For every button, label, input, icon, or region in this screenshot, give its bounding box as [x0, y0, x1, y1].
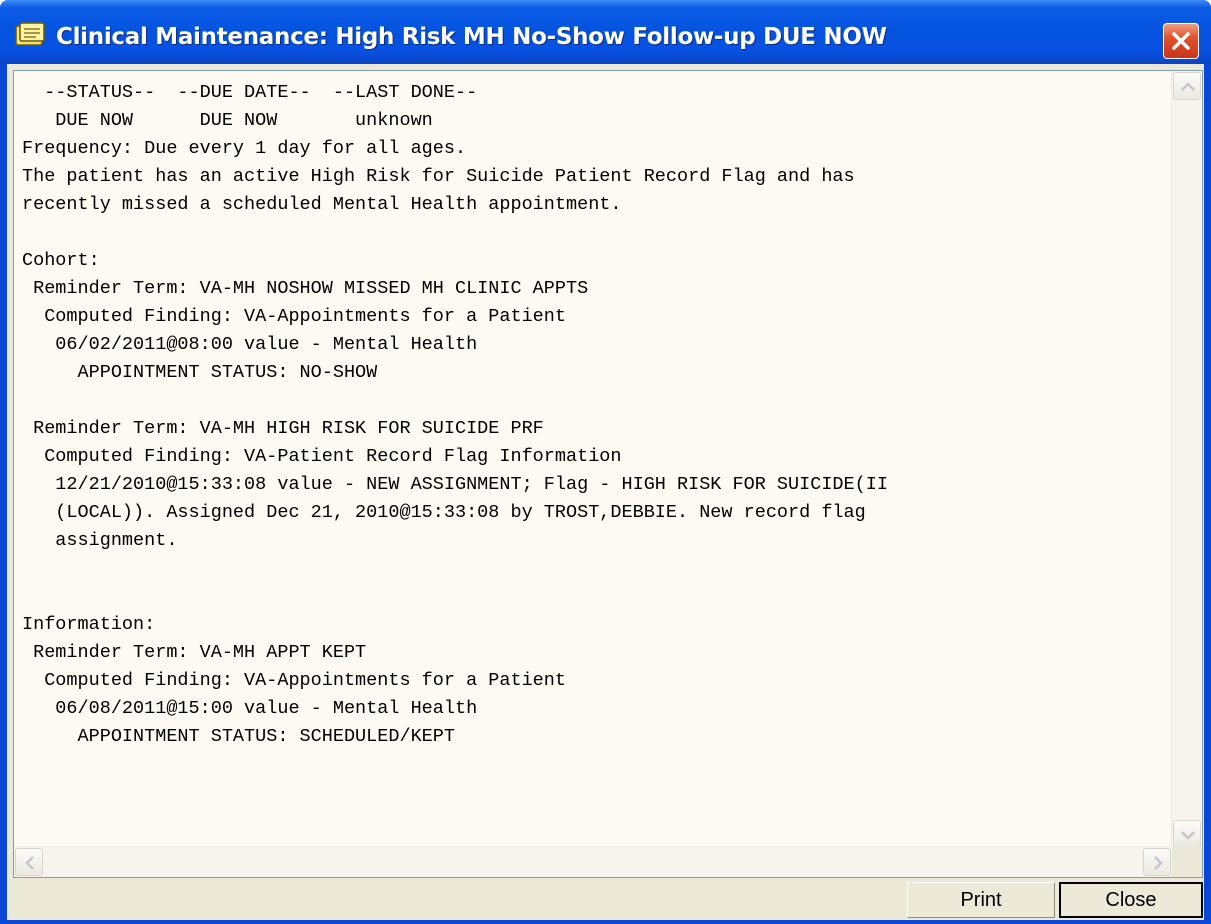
scrollbar-corner — [1172, 847, 1202, 877]
scroll-down-icon[interactable] — [1173, 820, 1201, 848]
horizontal-scrollbar[interactable] — [14, 846, 1172, 877]
scroll-up-icon[interactable] — [1173, 72, 1201, 100]
reminder-detail-text-area[interactable]: --STATUS-- --DUE DATE-- --LAST DONE-- DU… — [13, 70, 1203, 878]
close-icon[interactable] — [1163, 23, 1199, 59]
window-title: Clinical Maintenance: High Risk MH No-Sh… — [56, 24, 887, 50]
dialog-window: Clinical Maintenance: High Risk MH No-Sh… — [0, 0, 1211, 924]
title-bar[interactable]: Clinical Maintenance: High Risk MH No-Sh… — [0, 0, 1211, 64]
close-button[interactable]: Close — [1059, 882, 1203, 918]
vertical-scrollbar[interactable] — [1171, 71, 1202, 849]
dialog-client-area: --STATUS-- --DUE DATE-- --LAST DONE-- DU… — [7, 64, 1204, 920]
scroll-right-icon[interactable] — [1143, 848, 1171, 876]
print-button[interactable]: Print — [907, 882, 1055, 918]
notepad-icon — [14, 22, 48, 48]
scroll-left-icon[interactable] — [15, 848, 43, 876]
button-bar: Print Close — [7, 878, 1204, 920]
reminder-detail-text: --STATUS-- --DUE DATE-- --LAST DONE-- DU… — [22, 82, 888, 747]
